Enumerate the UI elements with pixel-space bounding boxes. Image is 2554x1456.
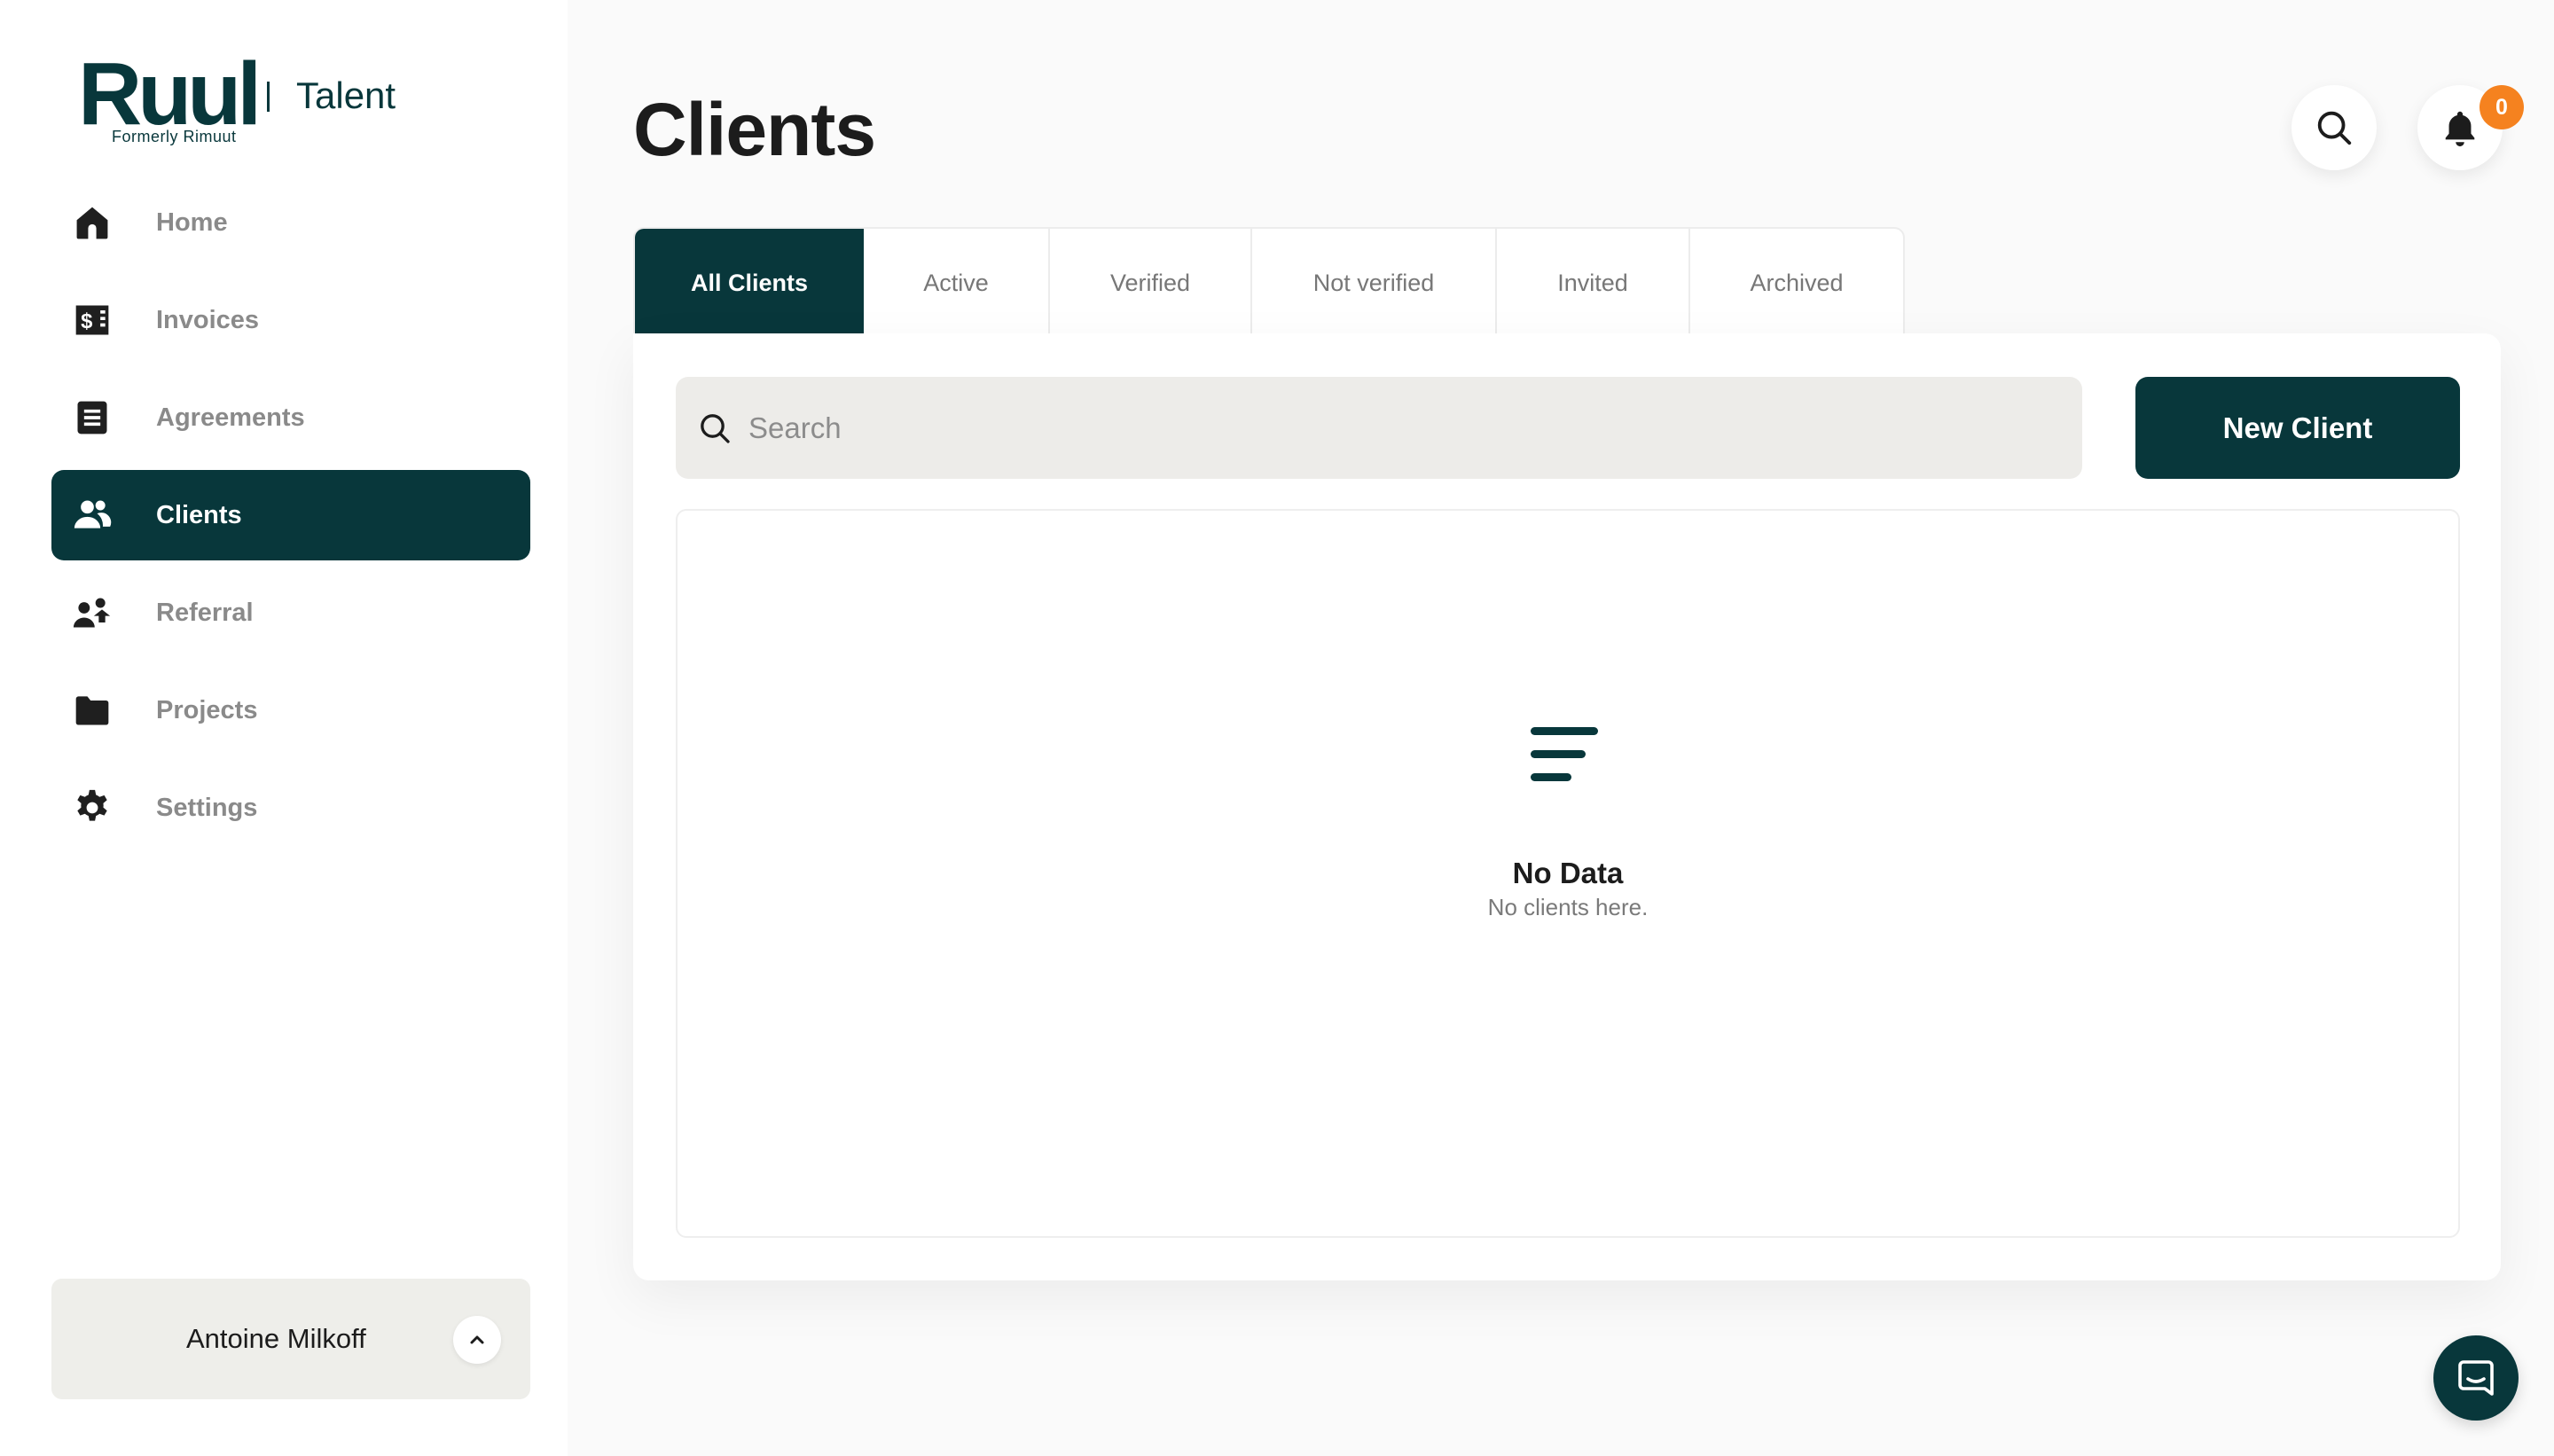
sidebar-item-label: Agreements xyxy=(156,403,305,432)
search-icon xyxy=(2317,111,2352,145)
notification-count-badge: 0 xyxy=(2480,85,2524,129)
tab-archived[interactable]: Archived xyxy=(1690,229,1903,335)
sidebar-item-label: Invoices xyxy=(156,305,260,334)
folder-icon xyxy=(71,689,114,732)
sidebar-item-projects[interactable]: Projects xyxy=(51,665,530,755)
sidebar-item-label: Referral xyxy=(156,598,254,627)
empty-list-icon xyxy=(1531,727,1598,781)
tab-not-verified[interactable]: Not verified xyxy=(1252,229,1497,335)
chat-launcher-button[interactable] xyxy=(2433,1335,2519,1421)
logo-wordmark: Ruul xyxy=(78,44,262,144)
users-icon xyxy=(71,494,114,536)
tab-active[interactable]: Active xyxy=(864,229,1050,335)
sidebar-item-agreements[interactable]: Agreements xyxy=(51,372,530,463)
clients-panel: New Client No Data No clients here. xyxy=(633,333,2501,1280)
new-client-button[interactable]: New Client xyxy=(2135,377,2460,479)
document-icon xyxy=(71,396,114,439)
client-filter-tabs: All Clients Active Verified Not verified… xyxy=(633,227,1905,335)
sidebar-item-clients[interactable]: Clients xyxy=(51,470,530,560)
sidebar-item-referral[interactable]: Referral xyxy=(51,568,530,658)
brand-logo[interactable]: Ruul Formerly Rimuut Talent xyxy=(78,50,450,147)
bell-icon xyxy=(2445,111,2475,147)
clients-table: No Data No clients here. xyxy=(676,509,2460,1238)
user-menu-toggle[interactable] xyxy=(453,1316,501,1364)
page-title: Clients xyxy=(633,88,876,171)
tab-invited[interactable]: Invited xyxy=(1497,229,1690,335)
logo-divider xyxy=(267,82,270,112)
sidebar-item-label: Settings xyxy=(156,793,258,822)
user-name: Antoine Milkoff xyxy=(186,1323,366,1354)
chevron-up-icon xyxy=(470,1335,484,1344)
product-name: Talent xyxy=(296,74,396,116)
gear-icon xyxy=(71,787,114,829)
tab-all-clients[interactable]: All Clients xyxy=(635,229,864,335)
sidebar-item-settings[interactable]: Settings xyxy=(51,763,530,853)
empty-state-subtitle: No clients here. xyxy=(1487,894,1649,920)
home-icon xyxy=(71,201,114,244)
client-search-field[interactable] xyxy=(676,377,2082,479)
sidebar-item-home[interactable]: Home xyxy=(51,177,530,268)
tab-verified[interactable]: Verified xyxy=(1050,229,1252,335)
user-menu[interactable]: Antoine Milkoff xyxy=(51,1279,530,1399)
sidebar-item-label: Home xyxy=(156,207,228,237)
svg-text:$: $ xyxy=(81,309,92,333)
referral-icon xyxy=(71,591,114,634)
sidebar: Ruul Formerly Rimuut Talent Home $ Invoi… xyxy=(0,0,568,1456)
sidebar-item-label: Projects xyxy=(156,695,258,724)
search-icon xyxy=(701,413,730,443)
global-search-button[interactable] xyxy=(2292,85,2377,170)
empty-state-title: No Data xyxy=(1512,857,1624,889)
logo-subtext: Formerly Rimuut xyxy=(112,128,237,145)
sidebar-item-invoices[interactable]: $ Invoices xyxy=(51,275,530,365)
search-input[interactable] xyxy=(748,411,1990,445)
sidebar-nav: Home $ Invoices Agreements Clients Refer… xyxy=(51,177,530,860)
chat-icon xyxy=(2458,1360,2494,1396)
invoice-dollar-icon: $ xyxy=(71,299,114,341)
sidebar-item-label: Clients xyxy=(156,500,242,529)
